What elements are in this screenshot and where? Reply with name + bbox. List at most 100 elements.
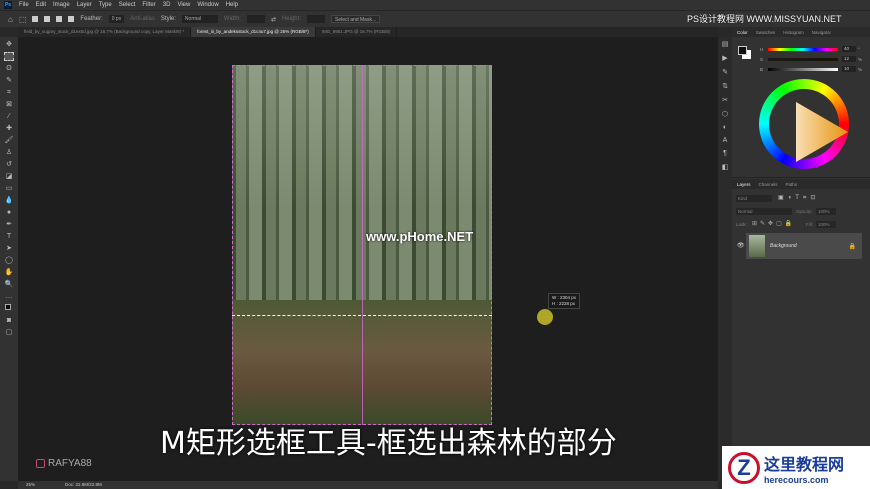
- hue-input[interactable]: 40: [842, 46, 856, 52]
- gradient-tool-icon[interactable]: ▭: [4, 184, 14, 193]
- path-select-tool-icon[interactable]: ➤: [4, 244, 14, 253]
- quick-select-tool-icon[interactable]: ✎: [4, 76, 14, 85]
- menu-type[interactable]: Type: [99, 2, 112, 8]
- panel-icon-column: ▤ ▶ ✎ ⇅ ✂ ⬡ ◐ A ¶ ◧: [718, 37, 732, 481]
- tab-histogram[interactable]: Histogram: [783, 30, 804, 35]
- layer-filter-icons[interactable]: ▣◑T⌗⊡: [778, 194, 819, 202]
- saturation-slider[interactable]: [768, 58, 838, 61]
- 3d-icon[interactable]: ⬡: [722, 110, 728, 118]
- adjustments-icon[interactable]: ◐: [723, 124, 727, 131]
- new-selection-icon[interactable]: [32, 16, 39, 22]
- history-icon[interactable]: ▤: [722, 40, 729, 48]
- marquee-preset-icon[interactable]: ⬚: [19, 15, 27, 24]
- more-tools-icon[interactable]: …: [4, 292, 14, 301]
- menu-file[interactable]: File: [19, 2, 29, 8]
- hue-slider[interactable]: [768, 48, 838, 51]
- color-wheel[interactable]: [759, 79, 849, 169]
- brightness-slider[interactable]: [768, 68, 838, 71]
- blend-mode-select[interactable]: Normal: [736, 208, 792, 215]
- menu-edit[interactable]: Edit: [36, 2, 46, 8]
- paragraph-icon[interactable]: ¶: [723, 150, 727, 157]
- color-wheel-center: [769, 89, 848, 162]
- saturation-label: S: [760, 57, 764, 62]
- color-swatches-icon[interactable]: [4, 304, 14, 313]
- menu-filter[interactable]: Filter: [142, 2, 155, 8]
- brightness-input[interactable]: 10: [842, 66, 856, 72]
- layer-row-background[interactable]: Background 🔒: [746, 233, 862, 259]
- menu-image[interactable]: Image: [53, 2, 70, 8]
- tab-layers[interactable]: Layers: [737, 182, 751, 187]
- cursor-highlight: [537, 309, 553, 325]
- menu-layer[interactable]: Layer: [77, 2, 92, 8]
- subtract-selection-icon[interactable]: [56, 16, 63, 22]
- feather-input[interactable]: 0 px: [108, 15, 125, 23]
- dodge-tool-icon[interactable]: ●: [4, 208, 14, 217]
- fill-input[interactable]: 100%: [816, 221, 836, 228]
- canvas-area[interactable]: www.pHome.NET W : 2304 px H : 2228 px RA…: [18, 37, 718, 481]
- layer-name: Background: [770, 243, 797, 249]
- crop-tool-icon[interactable]: ⌗: [4, 88, 14, 97]
- layer-kind-filter[interactable]: Kind: [736, 195, 772, 202]
- brush-settings-icon[interactable]: ✎: [722, 68, 728, 76]
- healing-tool-icon[interactable]: ✚: [4, 124, 14, 133]
- tab-channels[interactable]: Channels: [759, 182, 778, 187]
- lock-icon[interactable]: 🔒: [849, 243, 862, 250]
- zoom-level[interactable]: 25%: [26, 481, 35, 489]
- swap-icon[interactable]: ⇄: [271, 16, 276, 23]
- saturation-unit: %: [858, 57, 863, 62]
- frame-tool-icon[interactable]: ⊠: [4, 100, 14, 109]
- adjust-icon[interactable]: ⇅: [722, 82, 728, 90]
- history-brush-icon[interactable]: ↺: [4, 160, 14, 169]
- quick-mask-icon[interactable]: ◙: [4, 316, 14, 325]
- menu-select[interactable]: Select: [119, 2, 136, 8]
- visibility-eye-icon[interactable]: 👁: [737, 242, 745, 249]
- tab-document-1[interactable]: field_by_sugary_stock_d1ex0d.jpg @ 16.7%…: [18, 27, 192, 37]
- height-input[interactable]: [306, 15, 325, 23]
- tab-document-3[interactable]: IMG_9951.JPG @ 16.7% (RGB/8): [316, 27, 398, 37]
- photoshop-logo-icon: Ps: [4, 1, 12, 9]
- menu-window[interactable]: Window: [197, 2, 218, 8]
- instagram-icon: [36, 459, 45, 468]
- intersect-selection-icon[interactable]: [68, 16, 75, 22]
- type-tool-icon[interactable]: T: [4, 232, 14, 241]
- style-select[interactable]: Normal: [181, 15, 218, 23]
- tab-paths[interactable]: Paths: [786, 182, 798, 187]
- tab-navigator[interactable]: Navigator: [812, 30, 831, 35]
- tab-document-2[interactable]: forest_iii_by_andeksstock_d1c4u7.jpg @ 2…: [191, 27, 316, 37]
- home-icon[interactable]: ⌂: [8, 15, 13, 24]
- stamp-tool-icon[interactable]: ♙: [4, 148, 14, 157]
- shape-tool-icon[interactable]: ◯: [4, 256, 14, 265]
- play-icon[interactable]: ▶: [722, 54, 727, 62]
- blur-tool-icon[interactable]: 💧: [4, 196, 14, 205]
- marquee-tool-icon[interactable]: [4, 52, 14, 61]
- move-tool-icon[interactable]: ✥: [4, 40, 14, 49]
- tools-icon[interactable]: ✂: [722, 96, 728, 104]
- saturation-input[interactable]: 12: [842, 56, 856, 62]
- brush-tool-icon[interactable]: 🖌: [4, 136, 14, 145]
- tab-swatches[interactable]: Swatches: [756, 30, 776, 35]
- hand-tool-icon[interactable]: ✋: [4, 268, 14, 277]
- forest-image: www.pHome.NET: [232, 65, 492, 425]
- width-input[interactable]: [246, 15, 265, 23]
- fill-label: Fill:: [806, 222, 813, 227]
- lasso-tool-icon[interactable]: ʘ: [4, 64, 14, 73]
- opacity-input[interactable]: 100%: [816, 208, 836, 215]
- foreground-color-swatch[interactable]: [738, 46, 747, 55]
- libraries-icon[interactable]: ◧: [722, 163, 729, 171]
- screen-mode-icon[interactable]: ▢: [4, 328, 14, 337]
- lock-icons[interactable]: ⊞✎✥▢🔒: [752, 220, 795, 227]
- eyedropper-tool-icon[interactable]: ⁄: [4, 112, 14, 121]
- antialias-checkbox[interactable]: Anti-alias: [130, 16, 155, 22]
- selection-height: H : 2228 px: [552, 301, 576, 306]
- menu-view[interactable]: View: [177, 2, 190, 8]
- tab-color[interactable]: Color: [737, 30, 748, 35]
- menu-3d[interactable]: 3D: [163, 2, 171, 8]
- eraser-tool-icon[interactable]: ◪: [4, 172, 14, 181]
- pen-tool-icon[interactable]: ✒: [4, 220, 14, 229]
- image-watermark: www.pHome.NET: [366, 229, 474, 244]
- character-icon[interactable]: A: [723, 137, 728, 144]
- zoom-tool-icon[interactable]: 🔍: [4, 280, 14, 289]
- select-and-mask-button[interactable]: Select and Mask...: [330, 15, 381, 23]
- menu-help[interactable]: Help: [226, 2, 238, 8]
- add-selection-icon[interactable]: [44, 16, 51, 22]
